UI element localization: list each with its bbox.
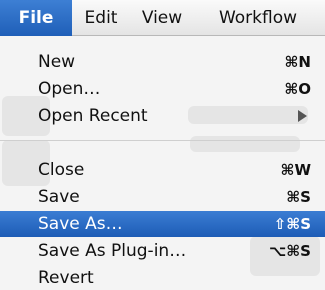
menu-view[interactable]: View [130, 0, 194, 36]
menu-item-label: Save As… [38, 214, 123, 234]
file-menu-items: New ⌘N Open… ⌘O Open Recent Close ⌘W Sav… [0, 36, 325, 290]
menu-item-open-recent[interactable]: Open Recent [0, 103, 325, 129]
menu-item-label: Revert [38, 268, 94, 288]
shortcut-label: ⌘O [284, 80, 311, 98]
shortcut-label: ⌘S [286, 188, 311, 206]
menu-item-label: Open Recent [38, 106, 148, 126]
menu-separator [0, 140, 325, 141]
menu-item-label: Save [38, 187, 80, 207]
menu-item-save-as-plugin[interactable]: Save As Plug-in… ⌥⌘S [0, 238, 325, 264]
menu-item-label: Close [38, 160, 85, 180]
menu-item-label: Save As Plug-in… [38, 241, 187, 261]
menu-file[interactable]: File [0, 0, 72, 36]
menu-item-revert[interactable]: Revert [0, 265, 325, 290]
file-menu-dropdown: New ⌘N Open… ⌘O Open Recent Close ⌘W Sav… [0, 36, 325, 290]
menu-edit[interactable]: Edit [72, 0, 130, 36]
menu-item-save-as[interactable]: Save As… ⇧⌘S [0, 211, 325, 237]
menu-item-open[interactable]: Open… ⌘O [0, 76, 325, 102]
menu-item-close[interactable]: Close ⌘W [0, 157, 325, 183]
shortcut-label: ⌥⌘S [268, 242, 311, 260]
menu-item-new[interactable]: New ⌘N [0, 49, 325, 75]
menu-workflow[interactable]: Workflow [194, 0, 322, 36]
menu-bar: File Edit View Workflow [0, 0, 325, 36]
submenu-arrow-icon [298, 110, 307, 122]
shortcut-label: ⌘W [280, 161, 311, 179]
menu-item-label: Open… [38, 79, 101, 99]
menu-item-save[interactable]: Save ⌘S [0, 184, 325, 210]
menu-item-label: New [38, 52, 76, 72]
shortcut-label: ⇧⌘S [273, 215, 311, 233]
shortcut-label: ⌘N [284, 53, 311, 71]
